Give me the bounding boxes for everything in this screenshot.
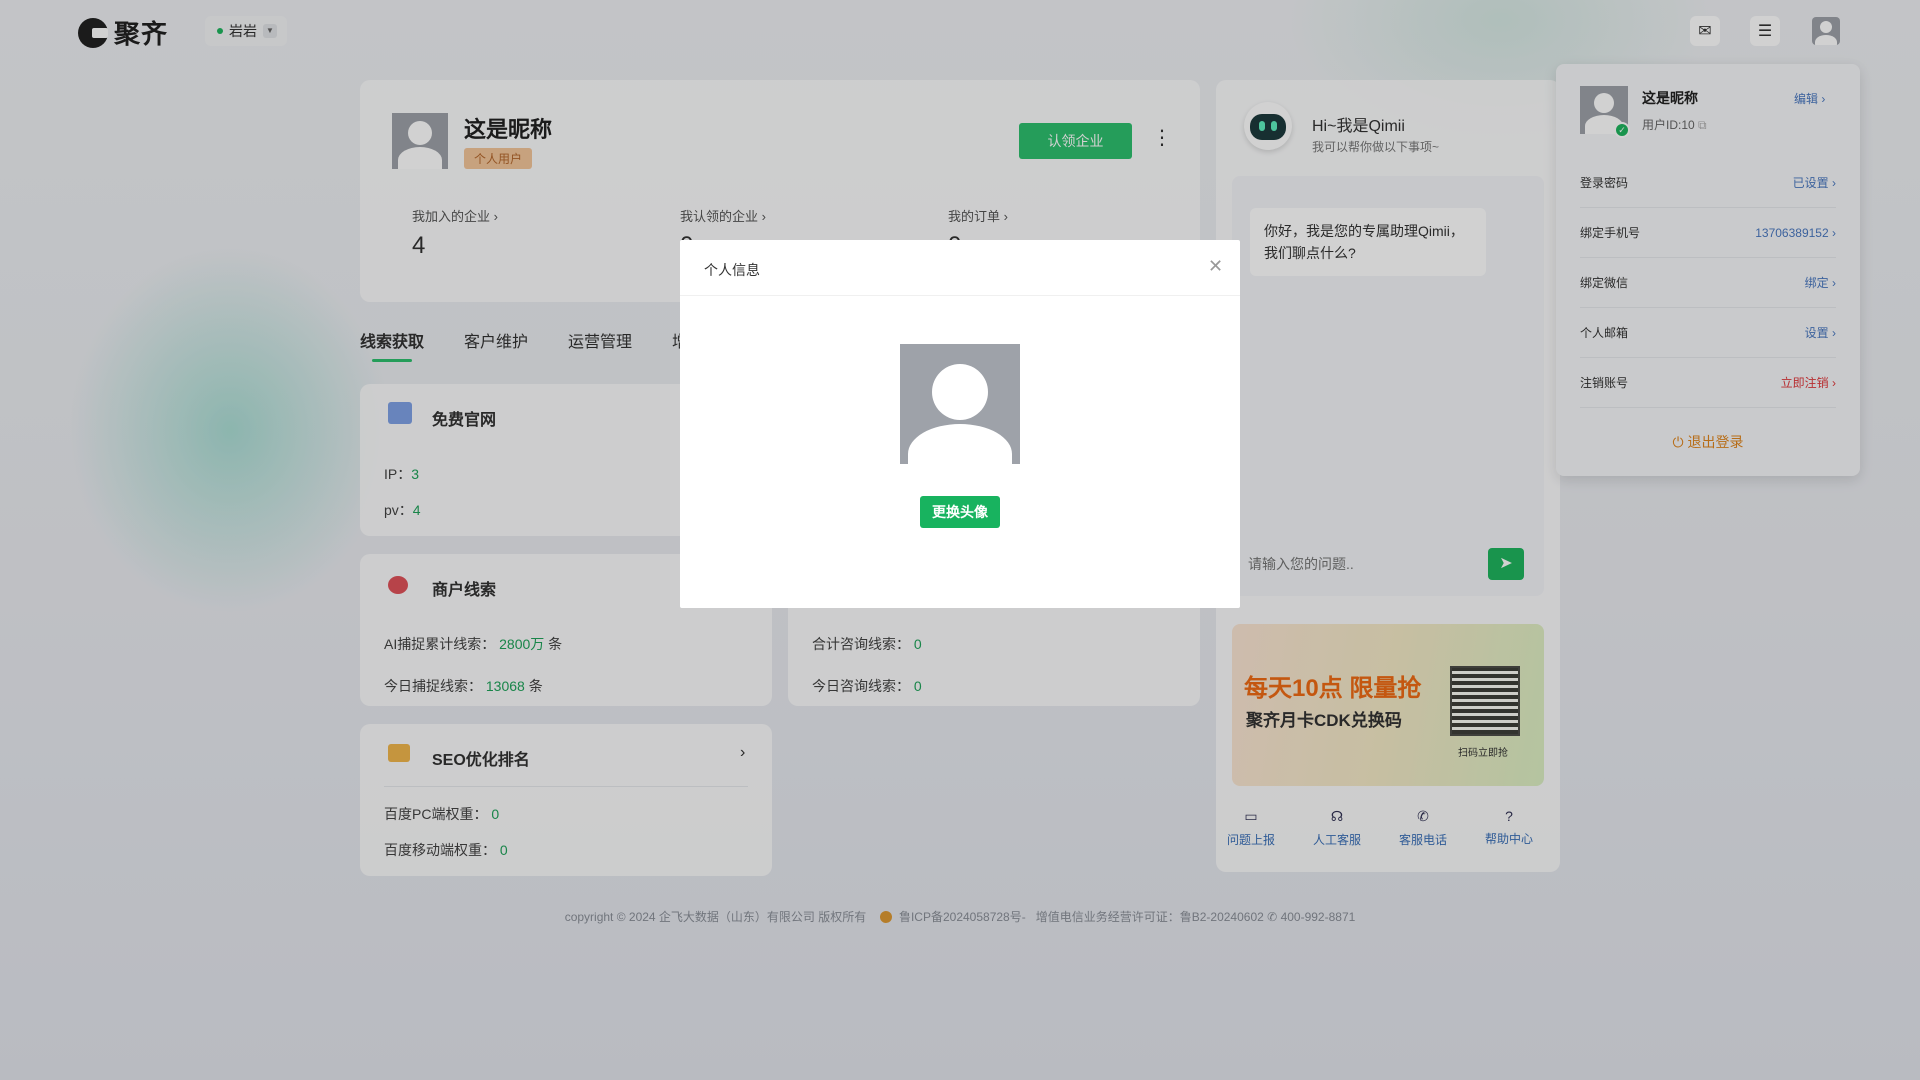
modal-title: 个人信息: [704, 262, 760, 278]
personal-info-modal: 个人信息 ✕ 更换头像: [680, 240, 1240, 608]
modal-header: [680, 240, 1240, 296]
modal-avatar: [900, 344, 1020, 464]
change-avatar-button[interactable]: 更换头像: [920, 496, 1000, 528]
close-icon[interactable]: ✕: [1208, 256, 1223, 277]
